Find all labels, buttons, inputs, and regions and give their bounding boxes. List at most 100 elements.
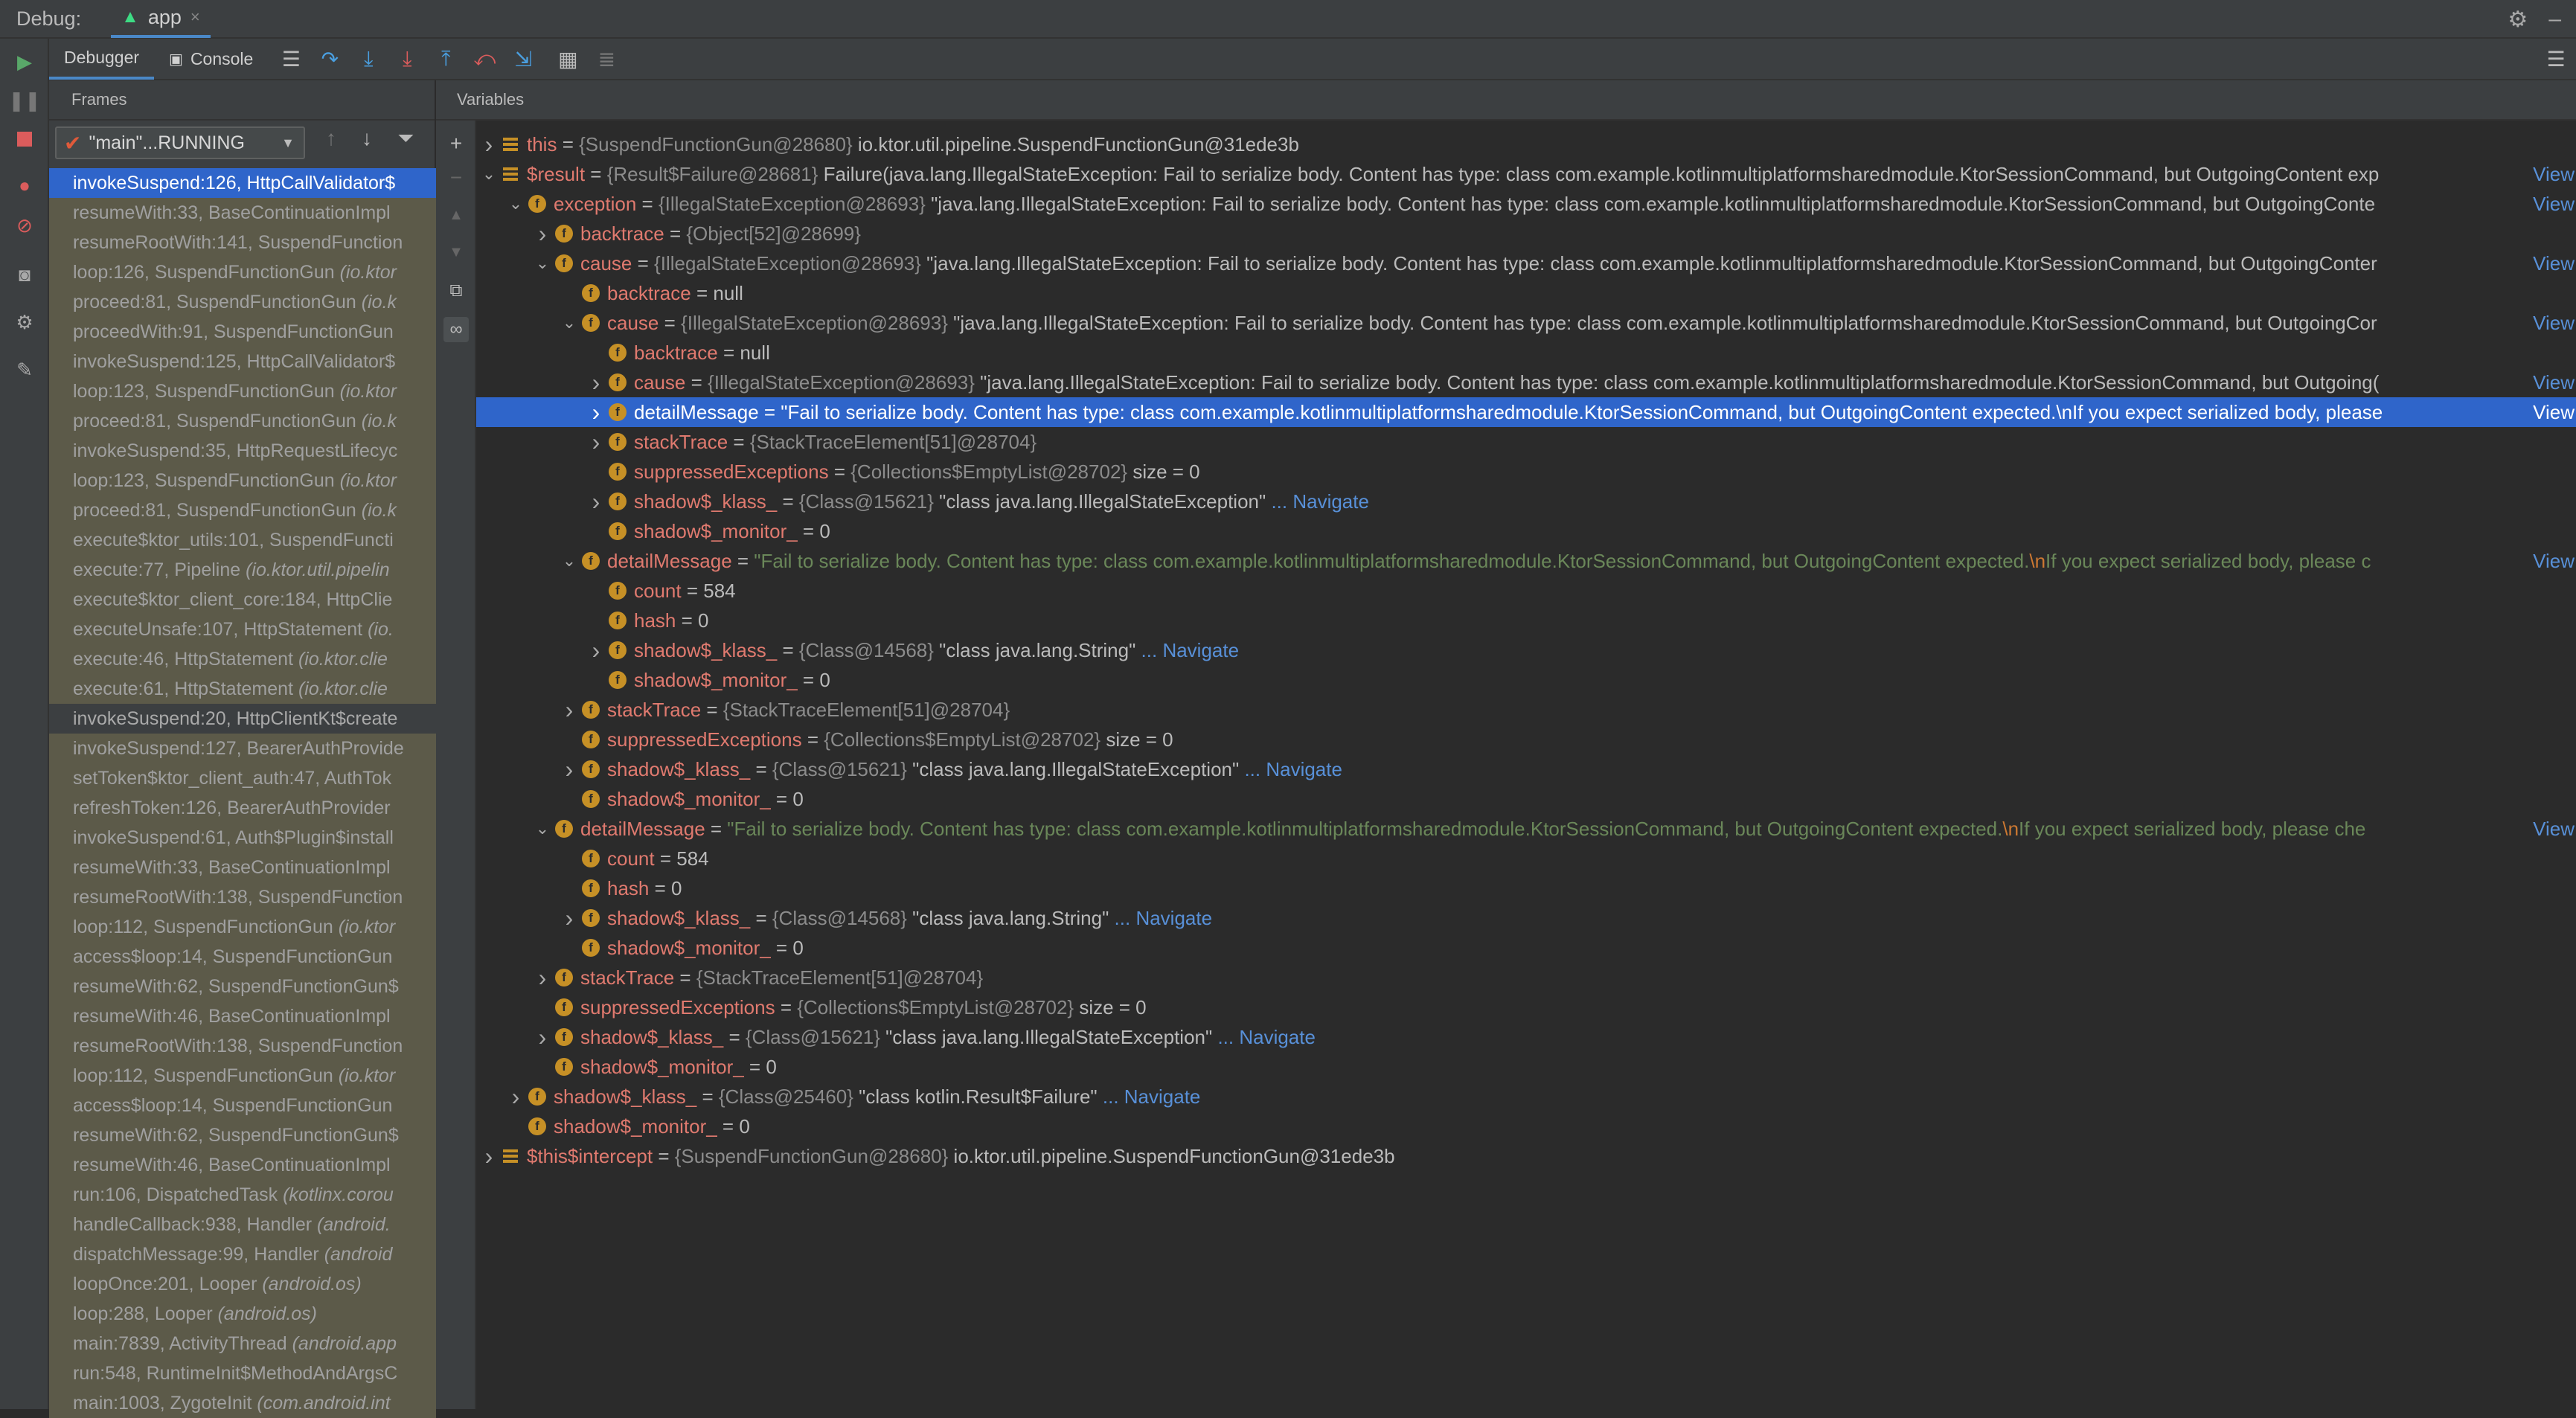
- frame-item[interactable]: setToken$ktor_client_auth:47, AuthTok: [49, 763, 436, 793]
- panel-menu-icon[interactable]: ☰: [2540, 43, 2572, 74]
- variable-row[interactable]: › f shadow$_klass_ = {Class@14568} "class …: [476, 903, 2576, 933]
- filter-icon[interactable]: ⏷: [397, 126, 414, 151]
- frame-item[interactable]: access$loop:14, SuspendFunctionGun: [49, 1091, 436, 1120]
- variable-row[interactable]: › f cause = {IllegalStateException@28693} …: [476, 368, 2576, 397]
- chevron-right-icon[interactable]: ›: [481, 1141, 497, 1171]
- view-link[interactable]: View: [2528, 189, 2575, 219]
- variable-row[interactable]: ⌄ f detailMessage = "Fail to serialize bod…: [476, 546, 2576, 576]
- frame-item[interactable]: dispatchMessage:99, Handler (android: [49, 1239, 436, 1269]
- view-link[interactable]: View: [2528, 308, 2575, 338]
- move-down-icon[interactable]: ▼: [443, 240, 469, 265]
- step-out-icon[interactable]: ⤒: [430, 43, 461, 74]
- frame-item[interactable]: loop:112, SuspendFunctionGun (io.ktor: [49, 1061, 436, 1091]
- navigate-link[interactable]: ... Navigate: [1141, 639, 1240, 661]
- frame-item[interactable]: handleCallback:938, Handler (android.: [49, 1210, 436, 1239]
- chevron-right-icon[interactable]: ›: [588, 397, 604, 427]
- variable-row[interactable]: ⌄ f cause = {IllegalStateException@28693} …: [476, 248, 2576, 278]
- frame-item[interactable]: main:1003, ZygoteInit (com.android.int: [49, 1388, 436, 1418]
- variable-row[interactable]: › f shadow$_klass_ = {Class@15621} "class …: [476, 754, 2576, 784]
- navigate-link[interactable]: ... Navigate: [1271, 490, 1369, 513]
- trace-icon[interactable]: ≣: [591, 43, 622, 74]
- navigate-link[interactable]: ... Navigate: [1103, 1085, 1201, 1108]
- frame-item[interactable]: resumeWith:33, BaseContinuationImpl: [49, 853, 436, 882]
- variable-row[interactable]: f shadow$_monitor_ = 0: [476, 516, 2576, 546]
- frame-item[interactable]: resumeRootWith:141, SuspendFunction: [49, 228, 436, 257]
- drop-frame-icon[interactable]: ⤺: [469, 43, 500, 74]
- chevron-right-icon[interactable]: ›: [561, 695, 577, 725]
- variable-row[interactable]: f suppressedExceptions = {Collections$Emp…: [476, 725, 2576, 754]
- minimize-icon[interactable]: –: [2548, 7, 2561, 32]
- chevron-right-icon[interactable]: ›: [534, 1022, 551, 1052]
- stop-icon[interactable]: [12, 126, 37, 152]
- variable-row[interactable]: › $this$intercept = {SuspendFunctionGun@2…: [476, 1141, 2576, 1171]
- tab-app[interactable]: ▲ app ×: [111, 0, 211, 38]
- frame-item[interactable]: loop:112, SuspendFunctionGun (io.ktor: [49, 912, 436, 942]
- pin-icon[interactable]: ✎: [12, 357, 37, 382]
- close-icon[interactable]: ×: [190, 7, 200, 27]
- view-link[interactable]: View: [2528, 159, 2575, 189]
- variable-row[interactable]: f shadow$_monitor_ = 0: [476, 933, 2576, 963]
- variable-row[interactable]: › this = {SuspendFunctionGun@28680} io.kt…: [476, 129, 2576, 159]
- frame-item[interactable]: access$loop:14, SuspendFunctionGun: [49, 942, 436, 972]
- frame-item[interactable]: proceed:81, SuspendFunctionGun (io.k: [49, 406, 436, 436]
- pause-icon[interactable]: ❚❚: [8, 88, 41, 113]
- variable-row[interactable]: › f stackTrace = {StackTraceElement[51]@28…: [476, 963, 2576, 992]
- chevron-right-icon[interactable]: ›: [507, 1082, 524, 1111]
- view-breakpoints-icon[interactable]: ●: [12, 173, 37, 198]
- frame-item[interactable]: loop:123, SuspendFunctionGun (io.ktor: [49, 376, 436, 406]
- step-over-icon[interactable]: ↷: [314, 43, 345, 74]
- frame-item[interactable]: loop:126, SuspendFunctionGun (io.ktor: [49, 257, 436, 287]
- navigate-link[interactable]: ... Navigate: [1244, 758, 1342, 780]
- view-link[interactable]: View: [2528, 397, 2575, 427]
- chevron-right-icon[interactable]: ›: [534, 963, 551, 992]
- chevron-right-icon[interactable]: ›: [561, 754, 577, 784]
- evaluate-expression-icon[interactable]: ▦: [552, 43, 583, 74]
- frame-item[interactable]: loop:288, Looper (android.os): [49, 1299, 436, 1329]
- variable-row[interactable]: f shadow$_monitor_ = 0: [476, 1052, 2576, 1082]
- force-step-into-icon[interactable]: ⤓: [391, 43, 423, 74]
- navigate-link[interactable]: ... Navigate: [1217, 1026, 1316, 1048]
- variable-row[interactable]: f shadow$_monitor_ = 0: [476, 1111, 2576, 1141]
- tab-console[interactable]: ▣ Console: [154, 38, 268, 80]
- settings-icon[interactable]: ⚙: [12, 309, 37, 335]
- view-link[interactable]: View: [2528, 248, 2575, 278]
- variable-row[interactable]: ⌄ f exception = {IllegalStateException@286…: [476, 189, 2576, 219]
- variable-row[interactable]: f count = 584: [476, 844, 2576, 873]
- frame-item[interactable]: invokeSuspend:127, BearerAuthProvide: [49, 734, 436, 763]
- run-to-cursor-icon[interactable]: ⇲: [507, 43, 539, 74]
- variable-row[interactable]: f suppressedExceptions = {Collections$Emp…: [476, 992, 2576, 1022]
- gear-icon[interactable]: ⚙: [2508, 7, 2528, 33]
- variable-row[interactable]: › f stackTrace = {StackTraceElement[51]@28…: [476, 695, 2576, 725]
- copy-icon[interactable]: ⧉: [443, 278, 469, 304]
- variable-row[interactable]: f backtrace = null: [476, 278, 2576, 308]
- chevron-down-icon[interactable]: ⌄: [561, 308, 577, 338]
- variable-row[interactable]: ⌄ $result = {Result$Failure@28681} Failur…: [476, 159, 2576, 189]
- variable-row[interactable]: › f detailMessage = "Fail to serialize bod…: [476, 397, 2576, 427]
- frame-item[interactable]: resumeWith:46, BaseContinuationImpl: [49, 1150, 436, 1180]
- variable-row[interactable]: › f shadow$_klass_ = {Class@25460} "class …: [476, 1082, 2576, 1111]
- chevron-right-icon[interactable]: ›: [588, 427, 604, 457]
- chevron-down-icon[interactable]: ⌄: [561, 546, 577, 576]
- mute-breakpoints-icon[interactable]: ⊘: [12, 213, 37, 238]
- frame-item[interactable]: invokeSuspend:35, HttpRequestLifecyc: [49, 436, 436, 466]
- frame-item[interactable]: execute:46, HttpStatement (io.ktor.clie: [49, 644, 436, 674]
- frame-item[interactable]: proceed:81, SuspendFunctionGun (io.k: [49, 495, 436, 525]
- variable-row[interactable]: f hash = 0: [476, 873, 2576, 903]
- variable-row[interactable]: f shadow$_monitor_ = 0: [476, 665, 2576, 695]
- frame-item[interactable]: invokeSuspend:126, HttpCallValidator$: [49, 168, 436, 198]
- view-link[interactable]: View: [2528, 368, 2575, 397]
- variable-row[interactable]: f backtrace = null: [476, 338, 2576, 368]
- variable-row[interactable]: › f shadow$_klass_ = {Class@15621} "class …: [476, 1022, 2576, 1052]
- move-up-icon[interactable]: ▲: [443, 202, 469, 228]
- chevron-right-icon[interactable]: ›: [588, 368, 604, 397]
- chevron-right-icon[interactable]: ›: [534, 219, 551, 248]
- arrow-up-icon[interactable]: ↑: [326, 126, 336, 150]
- frame-item[interactable]: execute:61, HttpStatement (io.ktor.clie: [49, 674, 436, 704]
- frame-item[interactable]: run:106, DispatchedTask (kotlinx.corou: [49, 1180, 436, 1210]
- frame-item[interactable]: main:7839, ActivityThread (android.app: [49, 1329, 436, 1358]
- variable-row[interactable]: › f backtrace = {Object[52]@28699}: [476, 219, 2576, 248]
- chevron-right-icon[interactable]: ›: [481, 129, 497, 159]
- chevron-down-icon[interactable]: ⌄: [534, 248, 551, 278]
- frame-item[interactable]: loop:123, SuspendFunctionGun (io.ktor: [49, 466, 436, 495]
- view-link[interactable]: View: [2528, 814, 2575, 844]
